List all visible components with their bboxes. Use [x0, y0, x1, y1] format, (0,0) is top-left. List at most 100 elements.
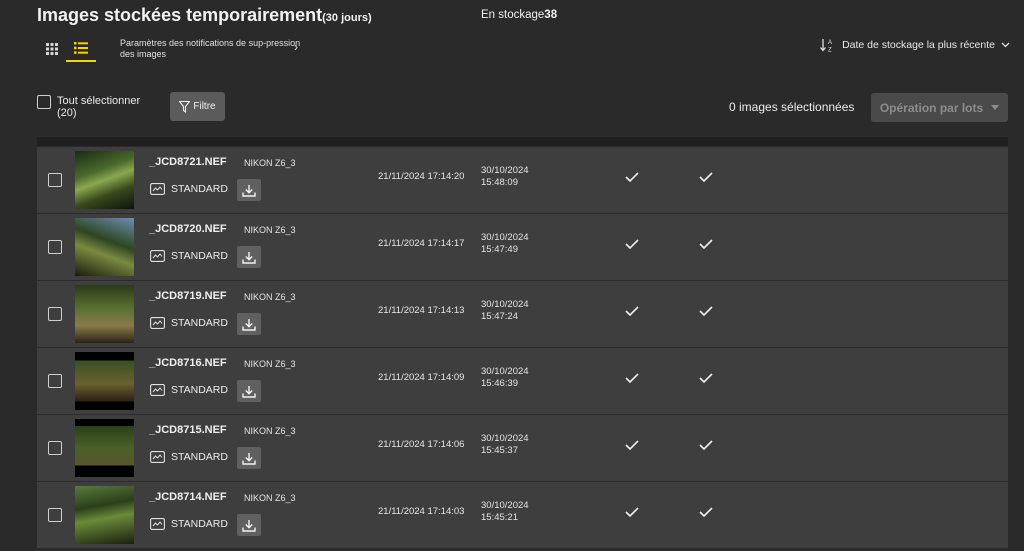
download-icon	[242, 519, 256, 532]
capture-date-time: 15:46:39	[481, 378, 518, 389]
svg-text:A: A	[828, 40, 832, 46]
check-icon	[699, 172, 713, 182]
camera-model: NIKON Z6_3	[244, 225, 296, 235]
chevron-down-icon	[1001, 42, 1010, 48]
batch-label: Opération par lots	[879, 100, 984, 115]
table-row[interactable]: _JCD8720.NEF NIKON Z6_3 STANDARD 21/11/2…	[37, 214, 1008, 281]
list-view-button[interactable]	[66, 36, 96, 62]
check-icon	[699, 373, 713, 383]
download-icon	[242, 318, 256, 331]
table-row[interactable]: _JCD8715.NEF NIKON Z6_3 STANDARD 21/11/2…	[37, 415, 1008, 482]
storage-date: 21/11/2024 17:14:13	[378, 305, 465, 316]
download-button[interactable]	[237, 514, 261, 536]
capture-date-day: 30/10/2024	[481, 232, 529, 243]
storage-date: 21/11/2024 17:14:20	[378, 171, 465, 182]
file-name: _JCD8715.NEF	[149, 424, 227, 436]
download-icon	[242, 385, 256, 398]
image-list: _JCD8721.NEF NIKON Z6_3 STANDARD 21/11/2…	[37, 147, 1008, 549]
storage-date: 21/11/2024 17:14:06	[378, 439, 465, 450]
storage-date: 21/11/2024 17:14:03	[378, 506, 465, 517]
sort-dropdown[interactable]: A Z Date de stockage la plus récente	[820, 38, 1010, 52]
capture-date-time: 15:47:49	[481, 244, 518, 255]
quality-label: STANDARD	[171, 384, 228, 396]
filter-icon	[179, 100, 191, 113]
image-thumbnail[interactable]	[75, 218, 134, 276]
capture-date-time: 15:45:37	[481, 445, 518, 456]
download-button[interactable]	[237, 380, 261, 402]
notification-settings-link[interactable]: Paramètres des notifications de sup-pres…	[120, 38, 310, 60]
table-row[interactable]: _JCD8714.NEF NIKON Z6_3 STANDARD 21/11/2…	[37, 482, 1008, 549]
select-all-count: (20)	[57, 107, 77, 119]
grid-icon	[46, 43, 58, 55]
capture-date: 30/10/2024 15:46:39	[481, 366, 529, 390]
camera-model: NIKON Z6_3	[244, 493, 296, 503]
storage-label: En stockage	[481, 9, 545, 21]
image-quality-icon	[150, 384, 165, 396]
download-button[interactable]	[237, 246, 261, 268]
table-row[interactable]: _JCD8721.NEF NIKON Z6_3 STANDARD 21/11/2…	[37, 147, 1008, 214]
camera-model: NIKON Z6_3	[244, 426, 296, 436]
table-row[interactable]: _JCD8716.NEF NIKON Z6_3 STANDARD 21/11/2…	[37, 348, 1008, 415]
grid-view-button[interactable]	[37, 36, 67, 62]
quality: STANDARD	[150, 250, 228, 262]
storage-date: 21/11/2024 17:14:09	[378, 372, 465, 383]
download-button[interactable]	[237, 313, 261, 335]
select-all-checkbox[interactable]	[37, 95, 51, 109]
select-all[interactable]: Tout sélectionner (20)	[37, 95, 140, 119]
quality-label: STANDARD	[171, 183, 228, 195]
image-thumbnail[interactable]	[75, 285, 134, 343]
storage-status: En stockage38	[481, 9, 557, 21]
camera-model: NIKON Z6_3	[244, 158, 296, 168]
camera-model: NIKON Z6_3	[244, 292, 296, 302]
quality: STANDARD	[150, 317, 228, 329]
sort-az-icon: A Z	[820, 39, 832, 52]
image-thumbnail[interactable]	[75, 352, 134, 410]
quality-label: STANDARD	[171, 518, 228, 530]
image-quality-icon	[150, 317, 165, 329]
storage-date: 21/11/2024 17:14:17	[378, 238, 465, 249]
capture-date: 30/10/2024 15:45:37	[481, 433, 529, 457]
image-thumbnail[interactable]	[75, 486, 134, 544]
image-quality-icon	[150, 250, 165, 262]
table-row[interactable]: _JCD8719.NEF NIKON Z6_3 STANDARD 21/11/2…	[37, 281, 1008, 348]
capture-date: 30/10/2024 15:47:24	[481, 299, 529, 323]
check-icon	[625, 440, 639, 450]
chevron-right-icon: ›	[294, 40, 298, 54]
quality: STANDARD	[150, 518, 228, 530]
check-icon	[625, 306, 639, 316]
capture-date-day: 30/10/2024	[481, 433, 529, 444]
image-thumbnail[interactable]	[75, 151, 134, 209]
download-icon	[242, 184, 256, 197]
page-title-text: Images stockées temporairement	[37, 5, 323, 25]
download-button[interactable]	[237, 179, 261, 201]
select-all-text: Tout sélectionner (20)	[57, 95, 140, 119]
batch-operation-button[interactable]: Opération par lots	[871, 93, 1008, 122]
capture-date: 30/10/2024 15:47:49	[481, 232, 529, 256]
sort-label: Date de stockage la plus récente	[842, 39, 995, 51]
row-checkbox[interactable]	[48, 508, 62, 522]
row-checkbox[interactable]	[48, 173, 62, 187]
row-checkbox[interactable]	[48, 240, 62, 254]
filter-label: Filtre	[193, 101, 216, 112]
capture-date-day: 30/10/2024	[481, 366, 529, 377]
list-icon	[74, 42, 88, 54]
list-header-bar	[37, 137, 1008, 146]
check-icon	[699, 239, 713, 249]
download-button[interactable]	[237, 447, 261, 469]
filter-button[interactable]: Filtre	[170, 92, 225, 121]
caret-down-icon	[991, 105, 1000, 110]
image-quality-icon	[150, 183, 165, 195]
row-checkbox[interactable]	[48, 374, 62, 388]
selected-count: 0 images sélectionnées	[729, 100, 855, 114]
quality: STANDARD	[150, 183, 228, 195]
capture-date-day: 30/10/2024	[481, 299, 529, 310]
check-icon	[699, 507, 713, 517]
check-icon	[625, 507, 639, 517]
check-icon	[699, 306, 713, 316]
row-checkbox[interactable]	[48, 441, 62, 455]
image-thumbnail[interactable]	[75, 419, 134, 477]
row-checkbox[interactable]	[48, 307, 62, 321]
quality-label: STANDARD	[171, 250, 228, 262]
download-icon	[242, 251, 256, 264]
file-name: _JCD8721.NEF	[149, 156, 227, 168]
